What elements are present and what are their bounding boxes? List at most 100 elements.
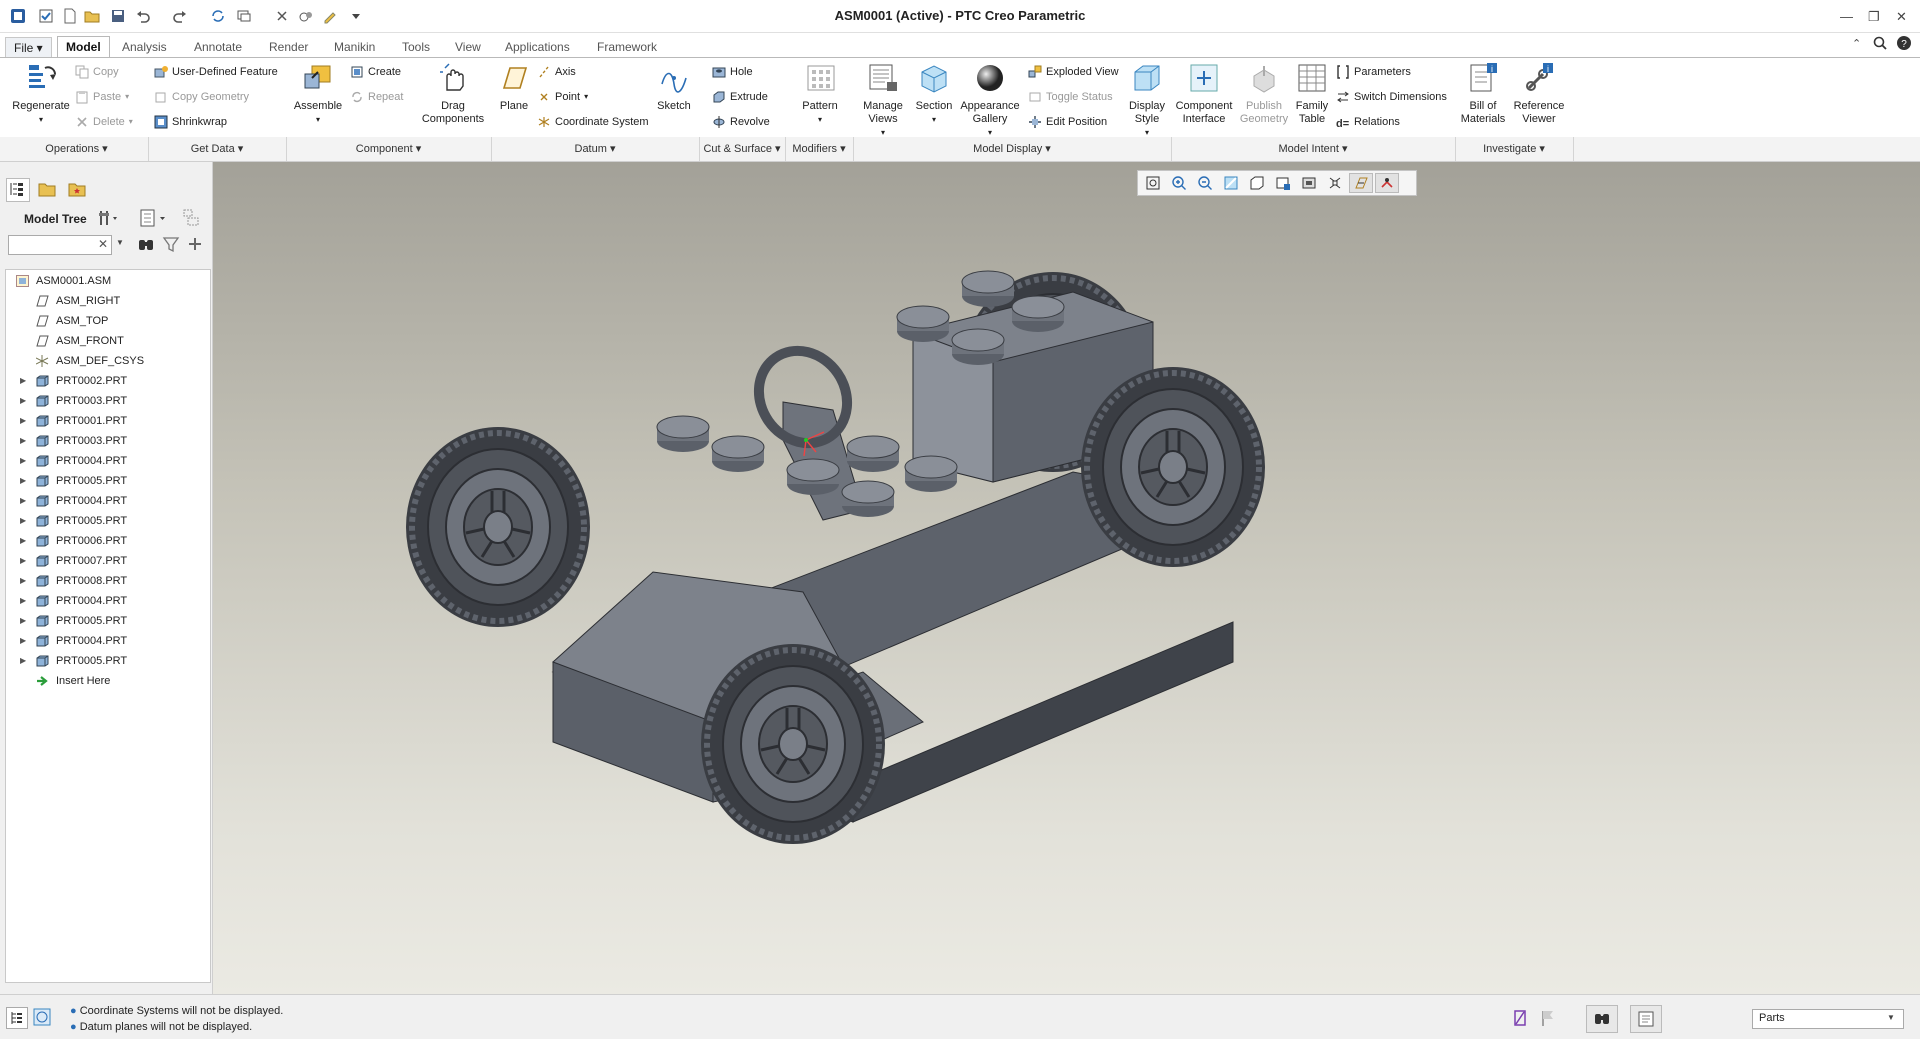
component-interface-button[interactable]: Component Interface <box>1172 62 1236 126</box>
assemble-button[interactable]: Assemble ▾ <box>288 62 348 126</box>
coordinate-system-icon <box>35 355 49 367</box>
minimize-icon[interactable]: — <box>1840 9 1853 24</box>
parameters-button[interactable]: Parameters <box>1336 64 1411 80</box>
extrude-icon <box>712 90 726 104</box>
tab-view[interactable]: View <box>447 37 489 57</box>
tab-render[interactable]: Render <box>261 37 316 57</box>
search-dropdown-icon[interactable]: ▼ <box>116 238 124 247</box>
axis-icon <box>537 65 551 79</box>
toggle-status-button[interactable]: Toggle Status <box>1028 89 1113 105</box>
exploded-view-button[interactable]: Exploded View <box>1028 64 1119 80</box>
expand-arrow-icon[interactable]: ▶ <box>20 492 26 510</box>
tab-framework[interactable]: Framework <box>589 37 665 57</box>
group-model-intent[interactable]: Model Intent ▾ <box>1171 137 1456 161</box>
delete-button[interactable]: Delete ▾ <box>75 114 133 130</box>
add-column-icon[interactable] <box>186 234 204 257</box>
manage-views-button[interactable]: Manage Views ▾ <box>858 62 908 139</box>
sketch-button[interactable]: Sketch <box>654 62 694 113</box>
tab-manikin[interactable]: Manikin <box>326 37 383 57</box>
browser-toggle-icon[interactable] <box>32 1007 52 1027</box>
regenerate-button[interactable]: Regenerate ▾ <box>6 62 76 126</box>
group-investigate[interactable]: Investigate ▾ <box>1455 137 1574 161</box>
expand-arrow-icon[interactable]: ▶ <box>20 392 26 410</box>
search-icon[interactable] <box>1872 35 1888 54</box>
edit-position-button[interactable]: Edit Position <box>1028 114 1107 130</box>
pattern-button[interactable]: Pattern ▾ <box>796 62 844 126</box>
drag-components-button[interactable]: Drag Components <box>418 62 488 126</box>
expand-arrow-icon[interactable]: ▶ <box>20 592 26 610</box>
group-model-display[interactable]: Model Display ▾ <box>853 137 1172 161</box>
expand-arrow-icon[interactable]: ▶ <box>20 412 26 430</box>
relations-button[interactable]: d= Relations <box>1336 114 1400 130</box>
expand-arrow-icon[interactable]: ▶ <box>20 512 26 530</box>
find-binoculars-icon[interactable] <box>136 234 156 257</box>
appearance-gallery-button[interactable]: Appearance Gallery ▾ <box>958 62 1022 139</box>
favorites-tab-icon[interactable] <box>66 178 88 200</box>
tab-applications[interactable]: Applications <box>497 37 578 57</box>
display-style-button[interactable]: Display Style ▾ <box>1124 62 1170 139</box>
tab-analysis[interactable]: Analysis <box>114 37 175 57</box>
plane-button[interactable]: Plane <box>494 62 534 113</box>
group-modifiers[interactable]: Modifiers ▾ <box>785 137 854 161</box>
expand-arrow-icon[interactable]: ▶ <box>20 432 26 450</box>
expand-arrow-icon[interactable]: ▶ <box>20 612 26 630</box>
group-datum[interactable]: Datum ▾ <box>491 137 700 161</box>
copy-button[interactable]: Copy <box>75 64 119 80</box>
repeat-button[interactable]: Repeat <box>350 89 403 105</box>
find-button[interactable] <box>1586 1005 1618 1033</box>
tree-columns-icon[interactable] <box>182 208 204 231</box>
expand-arrow-icon[interactable]: ▶ <box>20 652 26 670</box>
point-button[interactable]: Point ▾ <box>537 89 588 105</box>
close-icon[interactable]: ✕ <box>1896 9 1907 25</box>
graphics-window[interactable] <box>213 162 1920 994</box>
help-icon[interactable]: ? <box>1896 35 1912 54</box>
tab-file[interactable]: File ▾ <box>5 37 52 59</box>
extrude-button[interactable]: Extrude <box>712 89 768 105</box>
tree-search-box[interactable]: ✕ <box>8 235 112 255</box>
create-button[interactable]: Create <box>350 64 401 80</box>
section-button[interactable]: Section ▾ <box>910 62 958 126</box>
switch-dimensions-button[interactable]: Switch Dimensions <box>1336 89 1447 105</box>
model-tree-tab-icon[interactable] <box>6 178 30 202</box>
group-cut-surface[interactable]: Cut & Surface ▾ <box>699 137 786 161</box>
expand-arrow-icon[interactable]: ▶ <box>20 552 26 570</box>
expand-arrow-icon[interactable]: ▶ <box>20 572 26 590</box>
tree-search-input[interactable] <box>11 237 97 253</box>
revolve-button[interactable]: Revolve <box>712 114 770 130</box>
expand-arrow-icon[interactable]: ▶ <box>20 532 26 550</box>
folder-browser-tab-icon[interactable] <box>36 178 58 200</box>
select-box-button[interactable] <box>1630 1005 1662 1033</box>
coordinate-system-button[interactable]: Coordinate System <box>537 114 649 130</box>
bill-of-materials-button[interactable]: i Bill of Materials <box>1460 62 1506 126</box>
publish-geometry-button[interactable]: Publish Geometry <box>1236 62 1292 126</box>
shrinkwrap-button[interactable]: Shrinkwrap <box>154 114 227 130</box>
paste-button[interactable]: Paste ▾ <box>75 89 129 105</box>
expand-arrow-icon[interactable]: ▶ <box>20 632 26 650</box>
selection-filter-dropdown[interactable]: Parts ▼ <box>1752 1009 1904 1029</box>
show-menu-icon[interactable] <box>138 208 168 231</box>
navigator-toggle-icon[interactable] <box>6 1007 28 1029</box>
group-get-data[interactable]: Get Data ▾ <box>148 137 287 161</box>
axis-button[interactable]: Axis <box>537 64 576 80</box>
user-defined-feature-button[interactable]: User-Defined Feature <box>154 64 278 80</box>
car-assembly-model[interactable] <box>213 162 1920 994</box>
clear-search-icon[interactable]: ✕ <box>98 237 108 251</box>
flag-icon[interactable] <box>1540 1009 1556 1030</box>
restore-icon[interactable]: ❐ <box>1868 9 1880 25</box>
collapse-ribbon-icon[interactable]: ⌃ <box>1852 37 1861 50</box>
filter-icon[interactable] <box>162 234 180 257</box>
expand-arrow-icon[interactable]: ▶ <box>20 472 26 490</box>
tab-model[interactable]: Model <box>57 36 110 57</box>
selection-filter-icon[interactable] <box>1512 1009 1528 1030</box>
expand-arrow-icon[interactable]: ▶ <box>20 372 26 390</box>
copy-geometry-button[interactable]: Copy Geometry <box>154 89 249 105</box>
tab-tools[interactable]: Tools <box>394 37 438 57</box>
tab-annotate[interactable]: Annotate <box>186 37 250 57</box>
hole-button[interactable]: Hole <box>712 64 753 80</box>
group-component[interactable]: Component ▾ <box>286 137 492 161</box>
family-table-button[interactable]: Family Table <box>1292 62 1332 126</box>
tree-settings-icon[interactable] <box>96 208 118 231</box>
reference-viewer-button[interactable]: i Reference Viewer <box>1510 62 1568 126</box>
expand-arrow-icon[interactable]: ▶ <box>20 452 26 470</box>
group-operations[interactable]: Operations ▾ <box>5 137 149 161</box>
